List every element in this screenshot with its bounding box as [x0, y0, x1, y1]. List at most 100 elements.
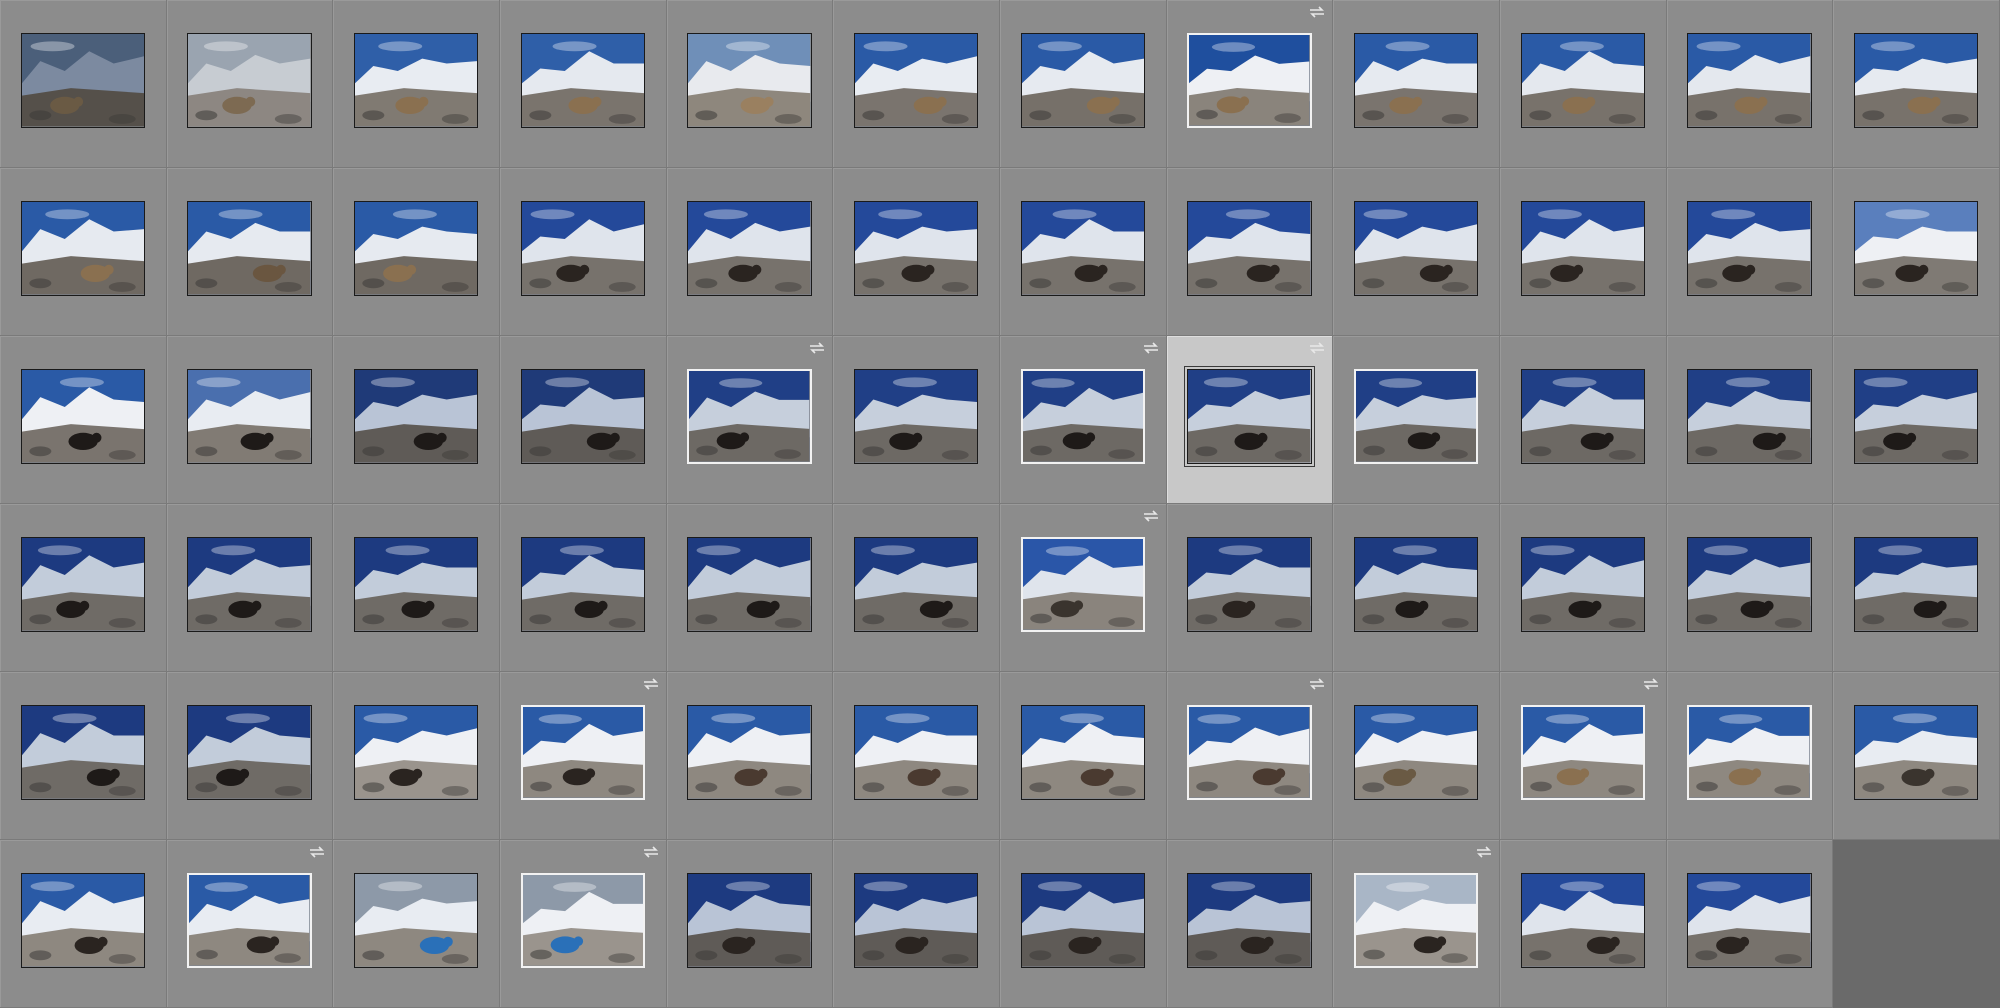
grid-cell[interactable] — [1333, 0, 1500, 168]
photo-thumbnail[interactable] — [1354, 873, 1479, 968]
grid-cell[interactable] — [666, 672, 834, 840]
grid-cell[interactable] — [500, 504, 667, 672]
grid-cell[interactable] — [1000, 0, 1167, 168]
grid-cell[interactable] — [1333, 672, 1500, 840]
grid-cell[interactable] — [1000, 840, 1167, 1008]
photo-thumbnail[interactable] — [1520, 201, 1645, 296]
photo-thumbnail[interactable] — [1020, 201, 1145, 296]
photo-thumbnail[interactable] — [1520, 537, 1645, 632]
photo-thumbnail[interactable] — [354, 33, 479, 128]
grid-cell[interactable] — [166, 336, 334, 504]
grid-cell[interactable] — [833, 672, 1000, 840]
grid-cell[interactable] — [1666, 672, 1834, 840]
photo-thumbnail[interactable] — [1520, 369, 1645, 464]
grid-cell[interactable] — [1166, 168, 1334, 336]
grid-cell[interactable] — [1000, 504, 1167, 672]
photo-thumbnail[interactable] — [687, 33, 812, 128]
grid-cell[interactable] — [333, 336, 500, 504]
photo-thumbnail[interactable] — [1520, 33, 1645, 128]
grid-cell[interactable] — [333, 504, 500, 672]
grid-cell[interactable] — [1833, 504, 2000, 672]
grid-cell[interactable] — [1833, 672, 2000, 840]
grid-cell[interactable] — [333, 840, 500, 1008]
photo-thumbnail[interactable] — [687, 369, 812, 464]
photo-thumbnail[interactable] — [354, 201, 479, 296]
grid-cell[interactable] — [166, 0, 334, 168]
photo-thumbnail[interactable] — [354, 705, 479, 800]
photo-thumbnail[interactable] — [187, 873, 312, 968]
photo-thumbnail[interactable] — [1187, 537, 1312, 632]
photo-thumbnail[interactable] — [1187, 873, 1312, 968]
photo-thumbnail[interactable] — [687, 873, 812, 968]
photo-thumbnail[interactable] — [1854, 33, 1979, 128]
photo-thumbnail[interactable] — [854, 33, 979, 128]
grid-cell[interactable] — [1166, 840, 1334, 1008]
photo-thumbnail[interactable] — [1020, 369, 1145, 464]
photo-thumbnail[interactable] — [854, 537, 979, 632]
photo-thumbnail[interactable] — [520, 705, 645, 800]
photo-thumbnail[interactable] — [1184, 366, 1315, 467]
photo-thumbnail[interactable] — [20, 201, 145, 296]
photo-thumbnail[interactable] — [520, 537, 645, 632]
grid-cell[interactable] — [1833, 336, 2000, 504]
grid-cell[interactable] — [1500, 672, 1667, 840]
photo-thumbnail[interactable] — [20, 369, 145, 464]
grid-cell[interactable] — [0, 168, 167, 336]
grid-cell[interactable] — [166, 672, 334, 840]
grid-cell[interactable] — [666, 840, 834, 1008]
photo-thumbnail[interactable] — [687, 537, 812, 632]
grid-cell[interactable] — [1666, 840, 1834, 1008]
photo-thumbnail[interactable] — [1187, 201, 1312, 296]
photo-thumbnail[interactable] — [1020, 537, 1145, 632]
photo-thumbnail[interactable] — [1687, 705, 1812, 800]
photo-thumbnail[interactable] — [187, 33, 312, 128]
grid-cell[interactable] — [166, 504, 334, 672]
photo-thumbnail[interactable] — [1020, 33, 1145, 128]
photo-thumbnail[interactable] — [854, 873, 979, 968]
grid-cell[interactable] — [1500, 504, 1667, 672]
photo-thumbnail[interactable] — [1687, 369, 1812, 464]
grid-cell[interactable] — [1500, 168, 1667, 336]
grid-cell[interactable] — [666, 504, 834, 672]
photo-thumbnail[interactable] — [187, 537, 312, 632]
grid-cell[interactable] — [666, 0, 834, 168]
grid-cell[interactable] — [1333, 840, 1500, 1008]
photo-thumbnail[interactable] — [20, 33, 145, 128]
photo-thumbnail[interactable] — [1687, 537, 1812, 632]
grid-cell[interactable] — [833, 336, 1000, 504]
grid-cell[interactable] — [1333, 336, 1500, 504]
photo-thumbnail[interactable] — [520, 369, 645, 464]
photo-thumbnail[interactable] — [354, 537, 479, 632]
grid-cell[interactable] — [1500, 0, 1667, 168]
grid-cell[interactable] — [833, 840, 1000, 1008]
grid-cell[interactable] — [1000, 672, 1167, 840]
photo-thumbnail[interactable] — [1354, 33, 1479, 128]
photo-thumbnail[interactable] — [20, 705, 145, 800]
grid-cell[interactable] — [1333, 504, 1500, 672]
grid-cell[interactable] — [500, 168, 667, 336]
photo-thumbnail[interactable] — [354, 873, 479, 968]
photo-thumbnail[interactable] — [1854, 537, 1979, 632]
photo-thumbnail[interactable] — [1854, 705, 1979, 800]
photo-thumbnail[interactable] — [1354, 705, 1479, 800]
grid-cell[interactable] — [1500, 336, 1667, 504]
grid-cell[interactable] — [166, 168, 334, 336]
grid-cell[interactable] — [1500, 840, 1667, 1008]
grid-cell[interactable] — [500, 672, 667, 840]
grid-cell[interactable] — [0, 504, 167, 672]
photo-thumbnail[interactable] — [520, 201, 645, 296]
grid-cell[interactable] — [0, 0, 167, 168]
grid-cell[interactable] — [500, 840, 667, 1008]
grid-cell[interactable] — [333, 672, 500, 840]
photo-thumbnail[interactable] — [520, 873, 645, 968]
photo-thumbnail[interactable] — [854, 369, 979, 464]
photo-thumbnail[interactable] — [1020, 873, 1145, 968]
photo-thumbnail[interactable] — [20, 537, 145, 632]
photo-thumbnail[interactable] — [687, 705, 812, 800]
grid-cell[interactable] — [833, 168, 1000, 336]
grid-cell[interactable] — [1000, 168, 1167, 336]
grid-cell[interactable] — [1666, 168, 1834, 336]
grid-cell[interactable] — [1166, 504, 1334, 672]
grid-cell[interactable] — [500, 0, 667, 168]
grid-cell[interactable] — [333, 0, 500, 168]
